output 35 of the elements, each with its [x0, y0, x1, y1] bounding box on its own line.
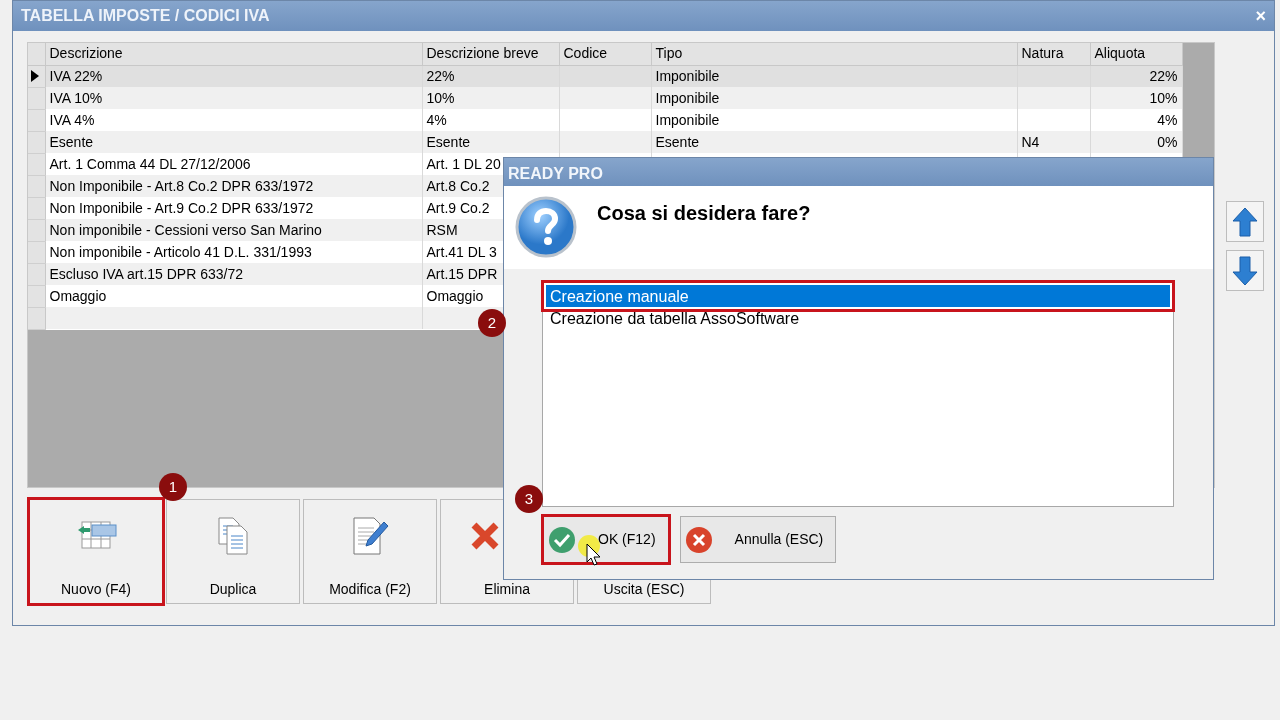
- table-cell: Escluso IVA art.15 DPR 633/72: [49, 265, 243, 282]
- table-cell: Imponibile: [655, 111, 720, 128]
- table-cell: 4%: [426, 111, 447, 128]
- table-cell: IVA 22%: [49, 67, 103, 84]
- dialog-question: Cosa si desidera fare?: [597, 201, 811, 226]
- table-cell: RSM: [426, 221, 458, 238]
- table-cell: Art. 1 DL 20: [426, 155, 501, 172]
- table-cell: IVA 10%: [49, 89, 103, 106]
- table-cell: 22%: [1149, 67, 1178, 84]
- table-cell: Art.15 DPR: [426, 265, 498, 282]
- table-cell: Art. 1 Comma 44 DL 27/12/2006: [49, 155, 251, 172]
- table-cell: Imponibile: [655, 67, 720, 84]
- table-cell: Art.9 Co.2: [426, 199, 490, 216]
- table-cell: Esente: [49, 133, 94, 150]
- table-cell: Omaggio: [426, 287, 484, 304]
- table-cell: Non imponibile - Articolo 41 D.L. 331/1993: [49, 243, 312, 260]
- table-cell: Non Imponibile - Art.8 Co.2 DPR 633/1972: [49, 177, 314, 194]
- table-cell: 22%: [426, 67, 455, 84]
- table-cell: Art.8 Co.2: [426, 177, 490, 194]
- window-title: TABELLA IMPOSTE / CODICI IVA: [21, 6, 270, 26]
- table-cell: Esente: [655, 133, 700, 150]
- table-cell: Non imponibile - Cessioni verso San Marino: [49, 221, 322, 238]
- table-cell: Esente: [426, 133, 471, 150]
- table-cell: Imponibile: [655, 89, 720, 106]
- table-cell: Non Imponibile - Art.9 Co.2 DPR 633/1972: [49, 199, 314, 216]
- table-cell: 4%: [1157, 111, 1178, 128]
- step-number-badge: 3: [515, 485, 543, 513]
- table-cell: Omaggio: [49, 287, 107, 304]
- table-cell: 10%: [426, 89, 455, 106]
- table-cell: Art.41 DL 3: [426, 243, 497, 260]
- table-cell: IVA 4%: [49, 111, 95, 128]
- table-cell: N4: [1021, 133, 1040, 150]
- table-cell: 0%: [1157, 133, 1178, 150]
- dialog-title: READY PRO: [504, 158, 1213, 186]
- table-cell: 10%: [1149, 89, 1178, 106]
